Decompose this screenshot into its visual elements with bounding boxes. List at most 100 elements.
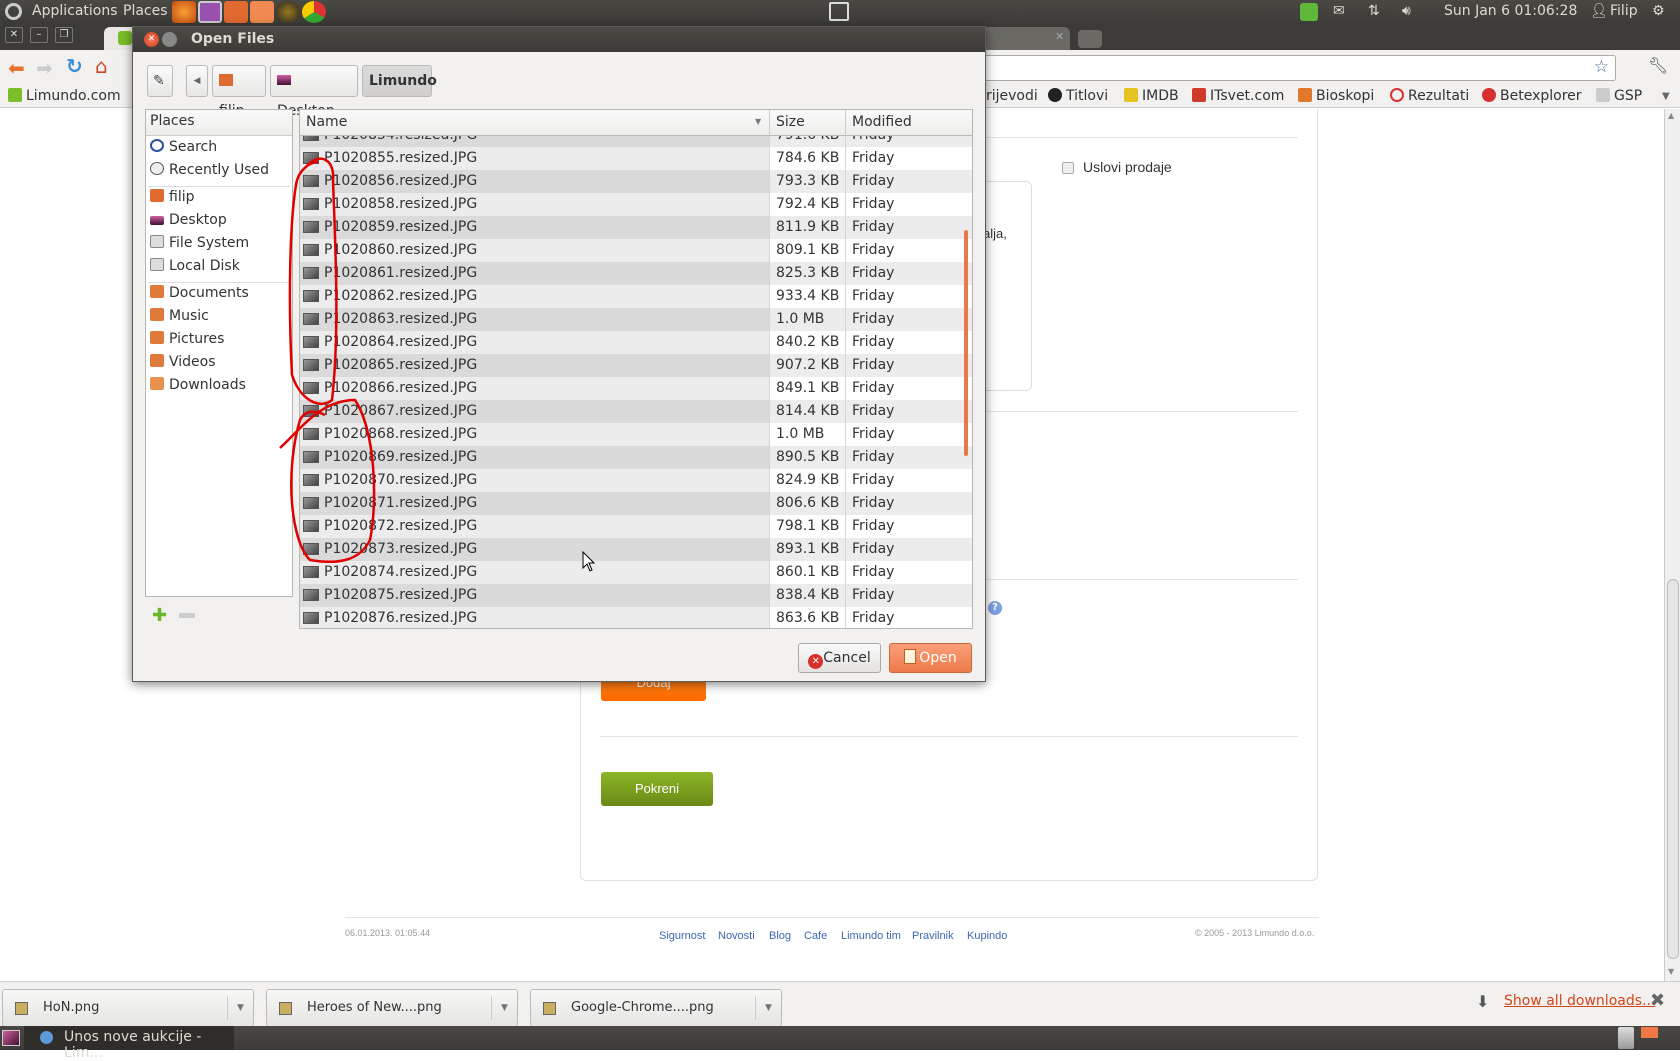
path-desktop[interactable]: Desktop <box>270 65 358 119</box>
download-item[interactable]: Heroes of New....png ▼ <box>266 989 518 1027</box>
place-desktop[interactable]: Desktop <box>150 212 227 234</box>
footer-link-limundo-tim[interactable]: Limundo tim <box>841 930 901 942</box>
firefox-icon[interactable] <box>172 1 196 23</box>
bookmark-star-icon[interactable]: ☆ <box>1594 57 1609 77</box>
footer-link-pravilnik[interactable]: Pravilnik <box>912 930 954 942</box>
footer-link-kupindo[interactable]: Kupindo <box>967 930 1007 942</box>
place-filip[interactable]: filip <box>150 189 194 211</box>
screen-lock-icon[interactable] <box>829 2 849 21</box>
sync-check-icon[interactable] <box>1300 3 1318 21</box>
file-list-scrollbar[interactable] <box>964 230 968 456</box>
column-name[interactable]: Name <box>306 114 347 130</box>
place-downloads[interactable]: Downloads <box>150 377 246 399</box>
places-menu[interactable]: Places <box>123 3 168 19</box>
trash-icon[interactable] <box>1618 1027 1634 1049</box>
back-icon[interactable]: ⬅ <box>8 56 25 80</box>
place-recently-used[interactable]: Recently Used <box>150 162 269 184</box>
reload-icon[interactable]: ↻ <box>66 54 83 78</box>
place-music[interactable]: Music <box>150 308 209 330</box>
place-pictures[interactable]: Pictures <box>150 331 224 353</box>
bookmarks-overflow-icon[interactable]: ▼ <box>1662 91 1670 102</box>
place-file-system[interactable]: File System <box>150 235 249 257</box>
download-menu-icon[interactable]: ▼ <box>227 996 253 1020</box>
chrome-icon[interactable] <box>302 1 326 23</box>
power-icon[interactable]: ⚙ <box>1652 3 1665 19</box>
dialog-close-button[interactable]: ✕ <box>144 32 159 47</box>
file-list[interactable]: P1020854.resized.JPG791.6 KBFridayP10208… <box>299 109 973 629</box>
download-item[interactable]: HoN.png ▼ <box>2 989 254 1027</box>
cancel-button[interactable]: ✕ Cancel <box>798 643 881 673</box>
downloads-folder-icon[interactable] <box>250 1 274 23</box>
file-row[interactable]: P1020861.resized.JPG 825.3 KB Friday <box>300 262 972 285</box>
type-location-button[interactable]: ✎ <box>147 65 173 97</box>
footer-link-blog[interactable]: Blog <box>769 930 791 942</box>
file-row[interactable]: P1020855.resized.JPG 784.6 KB Friday <box>300 147 972 170</box>
place-local-disk[interactable]: Local Disk <box>150 258 240 280</box>
help-icon[interactable]: ? <box>988 601 1002 615</box>
file-row[interactable]: P1020869.resized.JPG 890.5 KB Friday <box>300 446 972 469</box>
terms-checkbox[interactable] <box>1062 162 1074 174</box>
place-search[interactable]: Search <box>150 139 217 161</box>
file-row[interactable]: P1020867.resized.JPG 814.4 KB Friday <box>300 400 972 423</box>
restore-window-button[interactable]: ❐ <box>55 27 73 43</box>
add-bookmark-button[interactable]: ✚ <box>152 605 167 626</box>
bookmark-prijevodi[interactable]: rijevodi <box>986 88 1038 104</box>
new-tab-button[interactable] <box>1078 30 1102 48</box>
file-row[interactable]: P1020876.resized.JPG 863.6 KB Friday <box>300 607 972 628</box>
bookmark-imdb[interactable]: IMDB <box>1124 88 1179 104</box>
scroll-thumb[interactable] <box>1667 579 1679 959</box>
path-limundo[interactable]: Limundo <box>362 65 437 97</box>
file-row[interactable]: P1020875.resized.JPG 838.4 KB Friday <box>300 584 972 607</box>
bookmark-betexplorer[interactable]: Betexplorer <box>1482 88 1582 104</box>
footer-link-novosti[interactable]: Novosti <box>718 930 755 942</box>
taskbar-window-button[interactable]: Unos nove aukcije - Lim... <box>24 1026 234 1061</box>
column-modified[interactable]: Modified <box>852 114 912 130</box>
bookmark-itsvet[interactable]: ITsvet.com <box>1192 88 1284 104</box>
close-downloads-icon[interactable]: ✖ <box>1650 990 1665 1011</box>
start-button[interactable]: Pokreni <box>601 772 713 806</box>
bookmark-bioskopi[interactable]: Bioskopi <box>1298 88 1374 104</box>
bookmark-titlovi[interactable]: Titlovi <box>1048 88 1108 104</box>
monitor-icon[interactable] <box>198 1 222 23</box>
home-folder-icon[interactable] <box>224 1 248 23</box>
network-icon[interactable]: ⇅ <box>1368 3 1380 19</box>
file-row[interactable]: P1020865.resized.JPG 907.2 KB Friday <box>300 354 972 377</box>
minimize-window-button[interactable]: – <box>30 27 48 43</box>
footer-link-sigurnost[interactable]: Sigurnost <box>659 930 705 942</box>
clock[interactable]: Sun Jan 6 01:06:28 <box>1444 3 1577 19</box>
remove-bookmark-button[interactable] <box>179 613 195 618</box>
workspace-switcher[interactable] <box>1641 1027 1658 1038</box>
place-documents[interactable]: Documents <box>150 285 249 307</box>
volume-icon[interactable]: 🔊︎ <box>1402 3 1411 19</box>
wrench-icon[interactable]: 🔧︎ <box>1648 56 1668 75</box>
tab-close-icon[interactable]: ✕ <box>1055 30 1064 43</box>
file-row[interactable]: P1020871.resized.JPG 806.6 KB Friday <box>300 492 972 515</box>
page-scrollbar[interactable]: ▲ ▼ <box>1664 109 1680 981</box>
path-back-button[interactable]: ◀ <box>186 65 208 97</box>
file-row[interactable]: P1020874.resized.JPG 860.1 KB Friday <box>300 561 972 584</box>
bookmark-rezultati[interactable]: Rezultati <box>1390 88 1469 104</box>
hon-game-icon[interactable] <box>276 1 300 23</box>
place-videos[interactable]: Videos <box>150 354 216 376</box>
ubuntu-logo-icon[interactable] <box>5 3 22 20</box>
file-row[interactable]: P1020870.resized.JPG 824.9 KB Friday <box>300 469 972 492</box>
forward-icon[interactable]: ➡ <box>36 56 53 80</box>
file-row[interactable]: P1020864.resized.JPG 840.2 KB Friday <box>300 331 972 354</box>
show-all-downloads-link[interactable]: Show all downloads... <box>1504 993 1655 1009</box>
show-desktop-icon[interactable] <box>2 1030 20 1046</box>
close-window-button[interactable]: ✕ <box>5 27 23 43</box>
scroll-up-icon[interactable]: ▲ <box>1668 111 1674 120</box>
file-row[interactable]: P1020866.resized.JPG 849.1 KB Friday <box>300 377 972 400</box>
bookmark-gsp[interactable]: GSP <box>1596 88 1642 104</box>
download-menu-icon[interactable]: ▼ <box>755 996 781 1020</box>
home-icon[interactable]: ⌂ <box>95 54 108 78</box>
download-item[interactable]: Google-Chrome....png ▼ <box>530 989 782 1027</box>
file-row[interactable]: P1020862.resized.JPG 933.4 KB Friday <box>300 285 972 308</box>
mail-icon[interactable]: ✉ <box>1333 3 1345 19</box>
applications-menu[interactable]: Applications <box>32 3 118 19</box>
file-row[interactable]: P1020859.resized.JPG 811.9 KB Friday <box>300 216 972 239</box>
file-row[interactable]: P1020860.resized.JPG 809.1 KB Friday <box>300 239 972 262</box>
file-row[interactable]: P1020856.resized.JPG 793.3 KB Friday <box>300 170 972 193</box>
file-row[interactable]: P1020872.resized.JPG 798.1 KB Friday <box>300 515 972 538</box>
column-size[interactable]: Size <box>776 114 805 130</box>
